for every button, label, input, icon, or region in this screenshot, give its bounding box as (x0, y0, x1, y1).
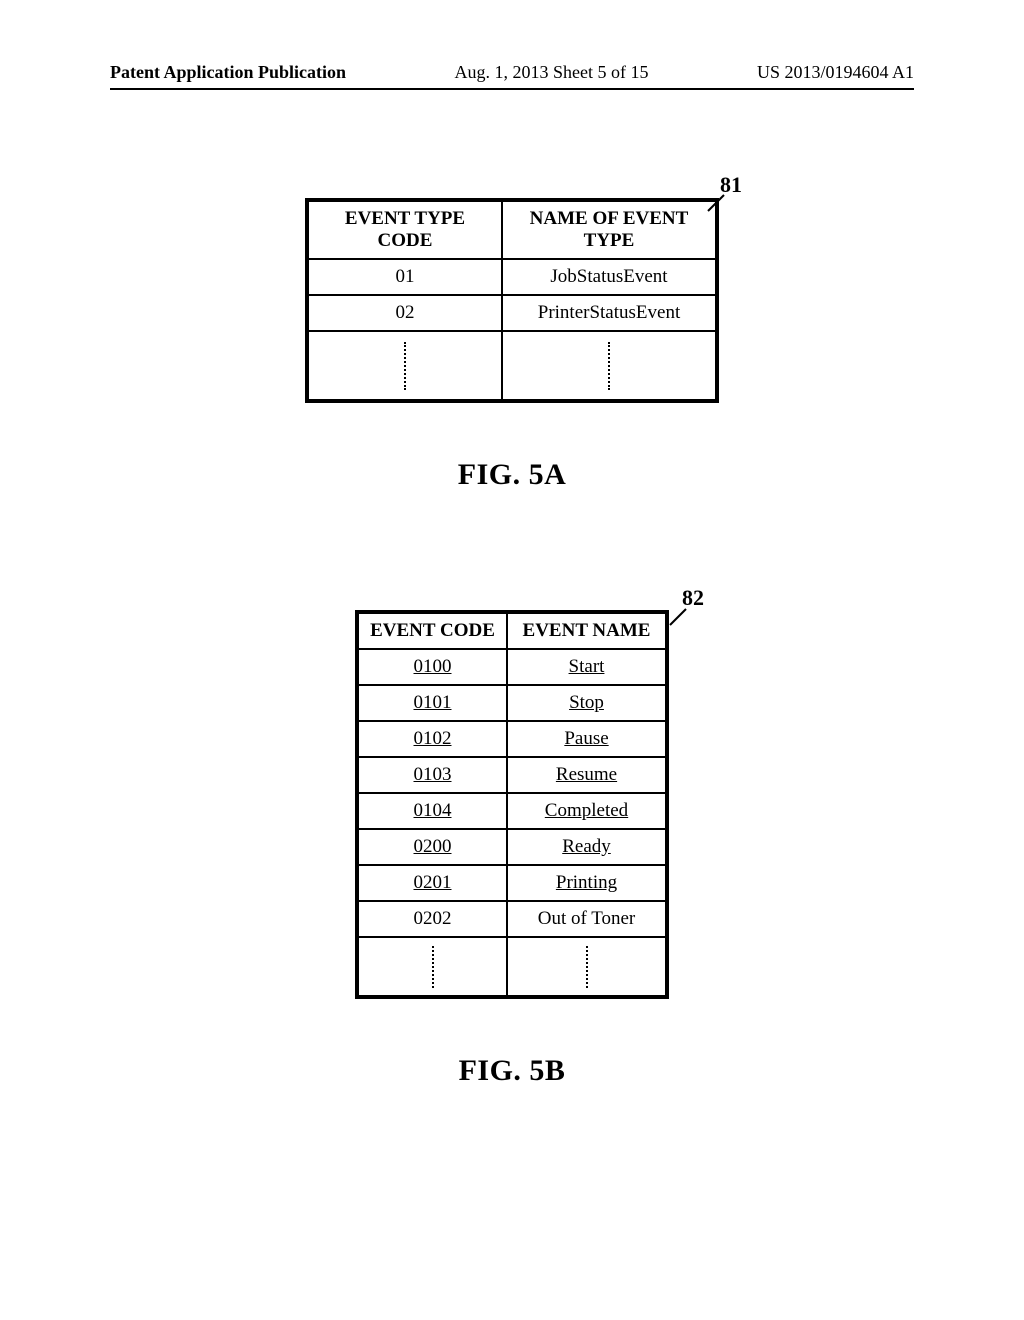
figure-5b: EVENT CODE EVENT NAME 0100Start0101Stop0… (0, 610, 1024, 1088)
ellipsis-cell (502, 331, 717, 401)
header-patent-number: US 2013/0194604 A1 (757, 62, 914, 83)
vertical-ellipsis-icon (586, 946, 588, 988)
cell-code: 0103 (357, 757, 507, 793)
figure-caption-5b: FIG. 5B (459, 1054, 566, 1088)
table-row: 01 JobStatusEvent (307, 259, 717, 295)
cell-name: Out of Toner (507, 901, 667, 937)
figure-caption-5a: FIG. 5A (458, 458, 567, 492)
table-row-ellipsis (357, 937, 667, 997)
vertical-ellipsis-icon (404, 342, 406, 390)
event-type-table: EVENT TYPE CODE NAME OF EVENT TYPE 01 Jo… (305, 198, 719, 403)
event-code-table: EVENT CODE EVENT NAME 0100Start0101Stop0… (355, 610, 669, 999)
vertical-ellipsis-icon (432, 946, 434, 988)
table-row: 0200Ready (357, 829, 667, 865)
header-sheet-info: Aug. 1, 2013 Sheet 5 of 15 (455, 62, 649, 83)
cell-name: Printing (507, 865, 667, 901)
page-header: Patent Application Publication Aug. 1, 2… (110, 62, 914, 90)
cell-code: 0202 (357, 901, 507, 937)
table-row: 0100Start (357, 649, 667, 685)
table-row: 0201Printing (357, 865, 667, 901)
cell-name: Pause (507, 721, 667, 757)
ellipsis-cell (357, 937, 507, 997)
table-row: 0102Pause (357, 721, 667, 757)
col-event-type-name: NAME OF EVENT TYPE (502, 200, 717, 259)
col-event-type-code: EVENT TYPE CODE (307, 200, 502, 259)
table-row-ellipsis (307, 331, 717, 401)
table-row: 0202Out of Toner (357, 901, 667, 937)
cell-name: Completed (507, 793, 667, 829)
cell-code: 01 (307, 259, 502, 295)
table-row: 0103Resume (357, 757, 667, 793)
col-event-name: EVENT NAME (507, 612, 667, 649)
cell-name: Start (507, 649, 667, 685)
table-row: 02 PrinterStatusEvent (307, 295, 717, 331)
cell-code: 02 (307, 295, 502, 331)
cell-code: 0201 (357, 865, 507, 901)
cell-name: Stop (507, 685, 667, 721)
cell-name: PrinterStatusEvent (502, 295, 717, 331)
ellipsis-cell (307, 331, 502, 401)
table-header-row: EVENT TYPE CODE NAME OF EVENT TYPE (307, 200, 717, 259)
cell-code: 0200 (357, 829, 507, 865)
ellipsis-cell (507, 937, 667, 997)
header-publication: Patent Application Publication (110, 62, 346, 83)
cell-name: Resume (507, 757, 667, 793)
cell-code: 0100 (357, 649, 507, 685)
cell-name: Ready (507, 829, 667, 865)
col-event-code: EVENT CODE (357, 612, 507, 649)
cell-code: 0102 (357, 721, 507, 757)
vertical-ellipsis-icon (608, 342, 610, 390)
table-header-row: EVENT CODE EVENT NAME (357, 612, 667, 649)
figure-5a: EVENT TYPE CODE NAME OF EVENT TYPE 01 Jo… (0, 198, 1024, 492)
cell-code: 0104 (357, 793, 507, 829)
table-row: 0104Completed (357, 793, 667, 829)
table-row: 0101Stop (357, 685, 667, 721)
cell-code: 0101 (357, 685, 507, 721)
cell-name: JobStatusEvent (502, 259, 717, 295)
